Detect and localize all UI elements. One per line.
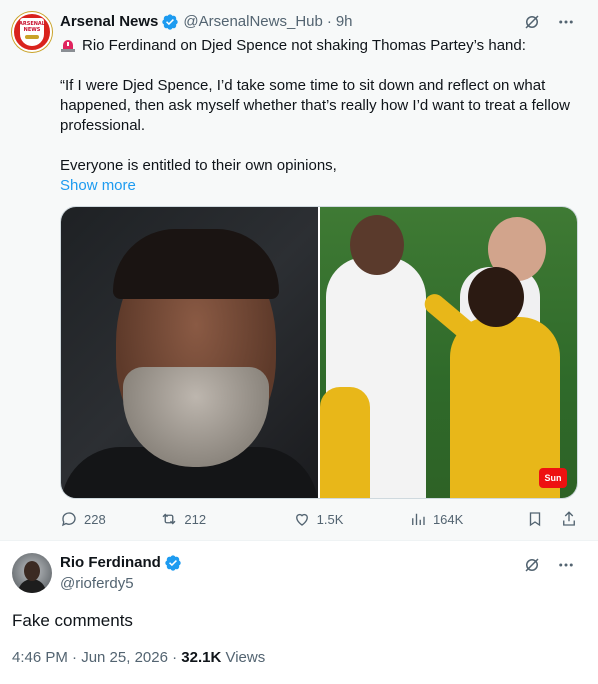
reply-top-actions bbox=[522, 555, 576, 575]
views-button[interactable]: 164K bbox=[409, 510, 526, 528]
reply-text: Fake comments bbox=[12, 611, 133, 630]
more-icon[interactable] bbox=[556, 12, 576, 32]
parent-tweet[interactable]: ARSENAL NEWS Arsenal News @ArsenalNews_H… bbox=[0, 0, 598, 541]
reply-author-name[interactable]: Rio Ferdinand bbox=[60, 553, 161, 573]
siren-icon bbox=[61, 40, 75, 52]
focused-tweet: Rio Ferdinand @rioferdy5 Fake comments 4… bbox=[0, 541, 598, 684]
tweet-media[interactable]: Sun bbox=[60, 206, 578, 499]
reply-timestamp[interactable]: 4:46 PM · Jun 25, 2026 · bbox=[12, 649, 177, 666]
bookmark-icon bbox=[530, 512, 541, 527]
media-image-ferdinand[interactable] bbox=[61, 207, 318, 498]
arsenal-crest-icon: ARSENAL NEWS bbox=[19, 18, 45, 46]
tweet-line-1-text: Rio Ferdinand on Djed Spence not shaking… bbox=[82, 37, 526, 54]
reply-icon bbox=[61, 512, 76, 527]
reply-button[interactable]: 228 bbox=[60, 510, 160, 528]
retweet-button[interactable]: 212 bbox=[160, 510, 292, 528]
tweet-time[interactable]: 9h bbox=[336, 12, 353, 32]
tweet-text: Rio Ferdinand on Djed Spence not shaking… bbox=[60, 36, 585, 196]
reply-author-handle[interactable]: @rioferdy5 bbox=[60, 574, 134, 594]
sun-logo: Sun bbox=[539, 468, 567, 488]
cannon-icon bbox=[25, 35, 39, 39]
views-count: 164K bbox=[432, 511, 464, 527]
reply-views-count: 32.1K bbox=[181, 649, 222, 666]
tweet-line-3: Everyone is entitled to their own opinio… bbox=[60, 157, 337, 174]
media-image-pitch[interactable]: Sun bbox=[320, 207, 577, 498]
grok-icon[interactable] bbox=[522, 12, 542, 32]
tweet-line-2: “If I were Djed Spence, I’d take some ti… bbox=[60, 77, 571, 134]
show-more-link[interactable]: Show more bbox=[60, 176, 136, 196]
verified-badge-icon bbox=[165, 555, 181, 571]
reply-meta: 4:46 PM · Jun 25, 2026 · 32.1K Views bbox=[12, 648, 265, 668]
dot-separator: · bbox=[326, 13, 332, 30]
verified-badge-icon bbox=[162, 14, 179, 30]
share-button[interactable] bbox=[560, 510, 580, 528]
like-button[interactable]: 1.5K bbox=[293, 510, 409, 528]
reply-views-label: Views bbox=[225, 649, 266, 666]
like-icon bbox=[295, 513, 308, 526]
author-handle[interactable]: @ArsenalNews_Hub bbox=[183, 12, 322, 32]
bookmark-button[interactable] bbox=[526, 510, 546, 528]
views-icon bbox=[412, 513, 425, 525]
tweet-line-1: Rio Ferdinand on Djed Spence not shaking… bbox=[60, 36, 585, 56]
tweet-top-actions bbox=[522, 12, 576, 32]
like-count: 1.5K bbox=[316, 511, 344, 527]
retweet-icon bbox=[162, 513, 176, 525]
arsenal-avatar[interactable]: ARSENAL NEWS bbox=[12, 12, 52, 52]
author-name[interactable]: Arsenal News bbox=[60, 12, 158, 32]
share-icon bbox=[563, 511, 576, 526]
more-icon[interactable] bbox=[556, 555, 576, 575]
grok-icon[interactable] bbox=[522, 555, 542, 575]
rio-avatar[interactable] bbox=[12, 553, 52, 593]
retweet-count: 212 bbox=[184, 511, 207, 527]
reply-count: 228 bbox=[84, 511, 106, 527]
crest-text-2: NEWS bbox=[23, 27, 41, 33]
reply-author-row: Rio Ferdinand bbox=[60, 553, 186, 573]
tweet-header: Arsenal News @ArsenalNews_Hub · 9h bbox=[60, 12, 353, 32]
tweet-metrics: 228 212 1.5K 164K bbox=[60, 510, 580, 528]
